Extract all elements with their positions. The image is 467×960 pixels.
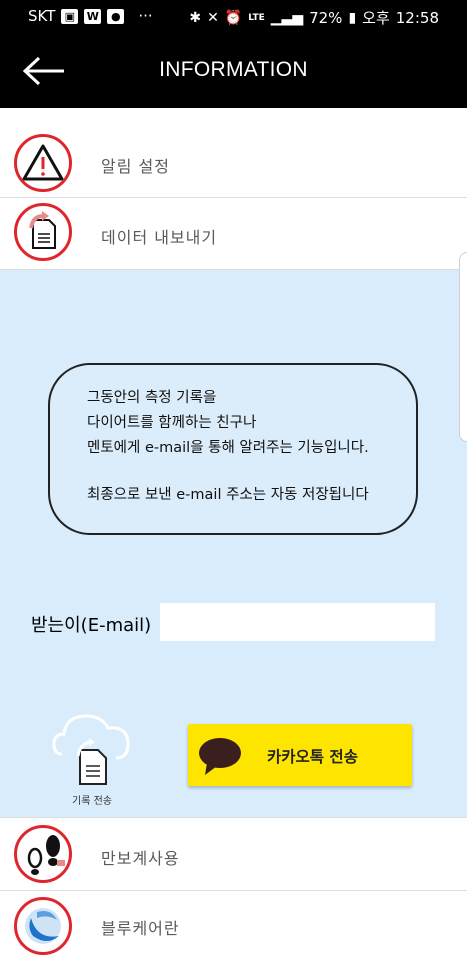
email-input[interactable] — [160, 603, 435, 641]
cloud-document-icon — [52, 714, 130, 785]
menu-item-pedometer[interactable]: 만보계사용 — [0, 817, 467, 891]
battery-icon: ▮ — [348, 9, 357, 26]
speech-bubble-icon — [199, 738, 241, 775]
alarm-icon: ⏰ — [224, 9, 243, 26]
info-bubble: 그동안의 측정 기록을 다이어트를 함께하는 친구나 멘토에게 e-mail을 … — [48, 363, 418, 535]
battery-percent: 72% — [309, 8, 343, 27]
menu-item-label: 블루케어란 — [101, 919, 180, 938]
clock: 12:58 — [395, 8, 439, 27]
bluecare-logo-icon — [14, 897, 72, 955]
menu-item-label: 데이터 내보내기 — [101, 228, 218, 247]
w-app-icon: W — [84, 8, 102, 24]
page-title: INFORMATION — [159, 58, 308, 81]
menu-item-label: 만보계사용 — [101, 849, 180, 868]
warning-triangle-icon — [14, 134, 72, 192]
status-bar: SKT ▣ W ● ··· ✱ ✕ ⏰ LTE ▁▃▅ 72% ▮ 오후 12:… — [0, 0, 467, 34]
time-prefix: 오후 — [362, 9, 390, 27]
menu-item-alarm-settings[interactable]: 알림 설정 — [0, 108, 467, 198]
email-label: 받는이(E-mail) — [31, 615, 152, 636]
menu-item-bluecare[interactable]: 블루케어란 — [0, 891, 467, 960]
record-send-label: 기록 전송 — [72, 796, 112, 807]
export-panel: 그동안의 측정 기록을 다이어트를 함께하는 친구나 멘토에게 e-mail을 … — [0, 270, 467, 817]
info-line: 최종으로 보낸 e-mail 주소는 자동 저장됩니다 — [87, 487, 369, 503]
info-line: 다이어트를 함께하는 친구나 — [87, 415, 257, 431]
carrier-label: SKT — [28, 7, 56, 25]
status-left: SKT ▣ W ● ··· — [28, 7, 153, 25]
app-header: INFORMATION — [0, 34, 467, 108]
signal-icon: ▁▃▅ — [270, 9, 304, 26]
kakaotalk-send-label: 카카오톡 전송 — [267, 748, 358, 766]
menu-item-data-export[interactable]: 데이터 내보내기 — [0, 198, 467, 270]
mute-icon: ✕ — [207, 9, 219, 26]
cat-app-icon: ● — [107, 8, 125, 24]
bluetooth-icon: ✱ — [189, 9, 202, 26]
status-right: ✱ ✕ ⏰ LTE ▁▃▅ 72% ▮ 오후 12:58 — [189, 7, 439, 28]
image-icon: ▣ — [61, 8, 79, 24]
info-line: 그동안의 측정 기록을 — [87, 390, 217, 406]
footprints-icon — [14, 825, 72, 883]
more-icon: ··· — [138, 7, 153, 25]
kakaotalk-send-button[interactable]: 카카오톡 전송 — [188, 724, 412, 786]
document-export-icon — [14, 203, 72, 261]
info-line: 멘토에게 e-mail을 통해 알려주는 기능입니다. — [87, 440, 369, 456]
network-type: LTE — [248, 12, 265, 23]
edge-panel-handle[interactable] — [459, 252, 467, 442]
menu-item-label: 알림 설정 — [101, 157, 170, 176]
record-send-button[interactable]: 기록 전송 — [50, 710, 134, 810]
